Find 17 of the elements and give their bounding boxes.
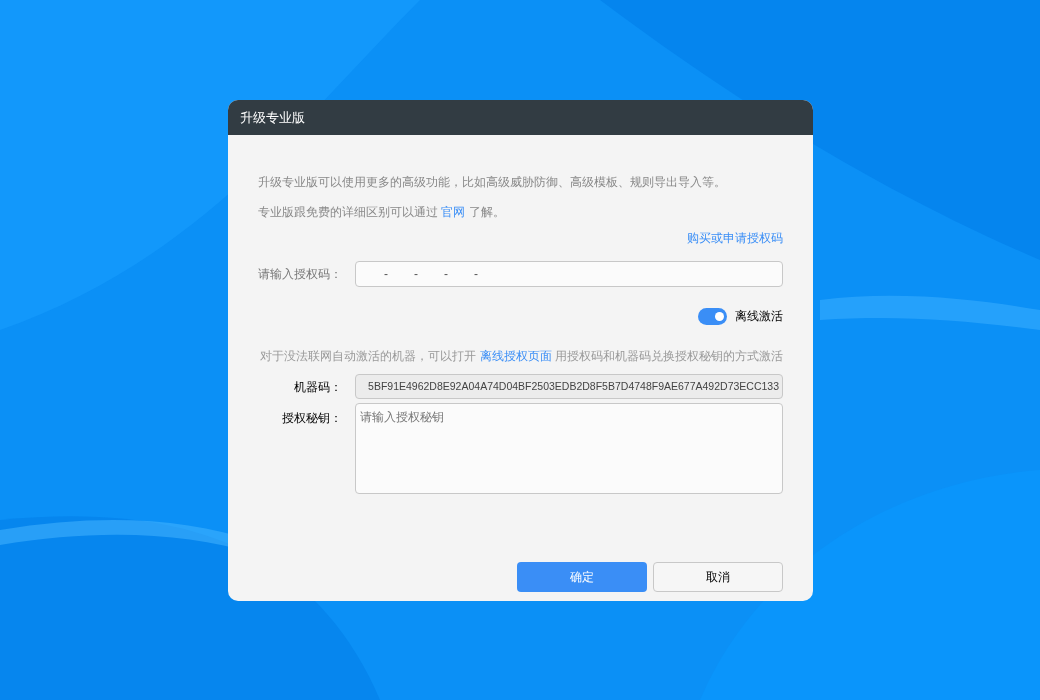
secret-key-label: 授权秘钥： [281,410,342,427]
machine-code-field: 5BF91E4962D8E92A04A74D04BF2503EDB2D8F5B7D4748F9AE677A492D73ECC133 [355,374,783,399]
offline-page-link[interactable]: 离线授权页面 [479,349,552,363]
intro-text: 升级专业版可以使用更多的高级功能，比如高级威胁防御、高级模板、规则导出导入等。 [258,174,727,191]
license-code-field[interactable]: - - - - [355,261,783,287]
license-code-label: 请输入授权码： [258,266,343,283]
buy-license-link[interactable]: 购买或申请授权码 [687,229,783,247]
confirm-button[interactable]: 确定 [517,562,647,592]
window-title: 升级专业版 [240,108,305,127]
offline-note: 对于没法联网自动激活的机器，可以打开 离线授权页面 用授权码和机器码兑换授权秘钥的方式激活 [259,348,783,365]
offline-label: 离线激活 [735,308,783,325]
offline-toggle[interactable] [698,307,727,325]
machine-code-label: 机器码： [293,378,342,396]
secret-key-field[interactable]: 请输入授权秘钥 [355,403,783,494]
compare-text: 专业版跟免费的详细区别可以通过 官网 了解。 [258,204,506,221]
cancel-button[interactable]: 取消 [653,562,783,592]
website-link[interactable]: 官网 [441,205,466,219]
